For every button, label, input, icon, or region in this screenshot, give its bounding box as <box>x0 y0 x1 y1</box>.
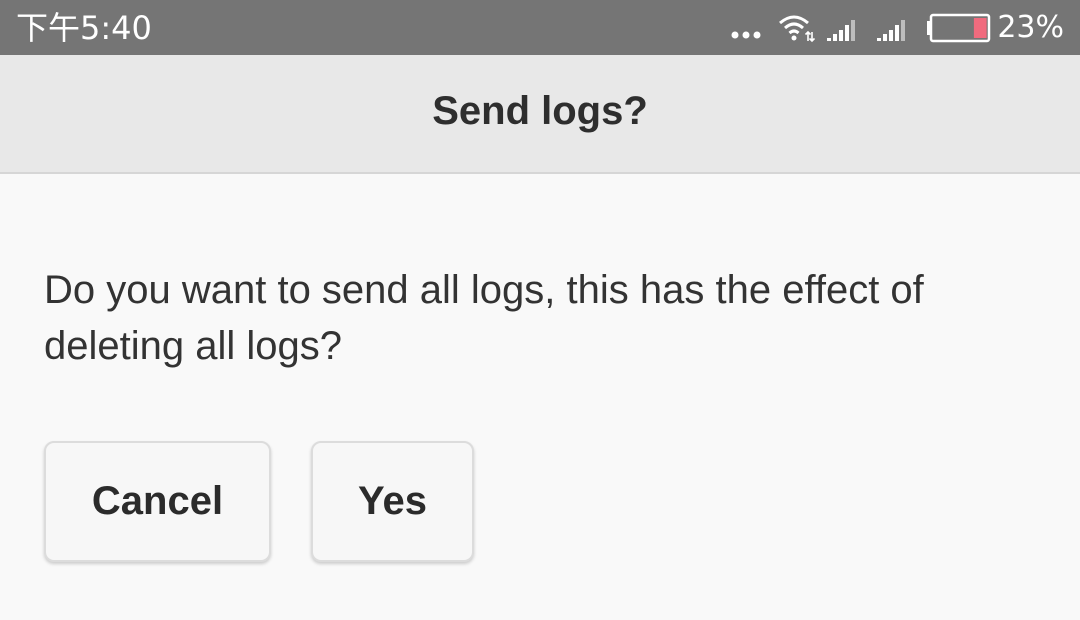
dialog-header: Send logs? <box>0 55 1080 174</box>
dialog-title: Send logs? <box>432 89 648 133</box>
wifi-icon <box>777 9 816 47</box>
signal-2-icon <box>875 9 913 47</box>
dialog-message: Do you want to send all logs, this has t… <box>44 268 924 368</box>
signal-1-icon <box>825 9 863 47</box>
battery-icon <box>925 9 991 47</box>
more-dots-icon <box>729 9 765 47</box>
status-icons: 23% <box>729 9 1064 47</box>
battery-percent: 23% <box>997 10 1064 45</box>
yes-button[interactable]: Yes <box>311 441 474 562</box>
cancel-button[interactable]: Cancel <box>44 441 271 562</box>
status-time: 下午5:40 <box>16 9 152 47</box>
status-bar: 下午5:40 23% <box>0 0 1080 55</box>
